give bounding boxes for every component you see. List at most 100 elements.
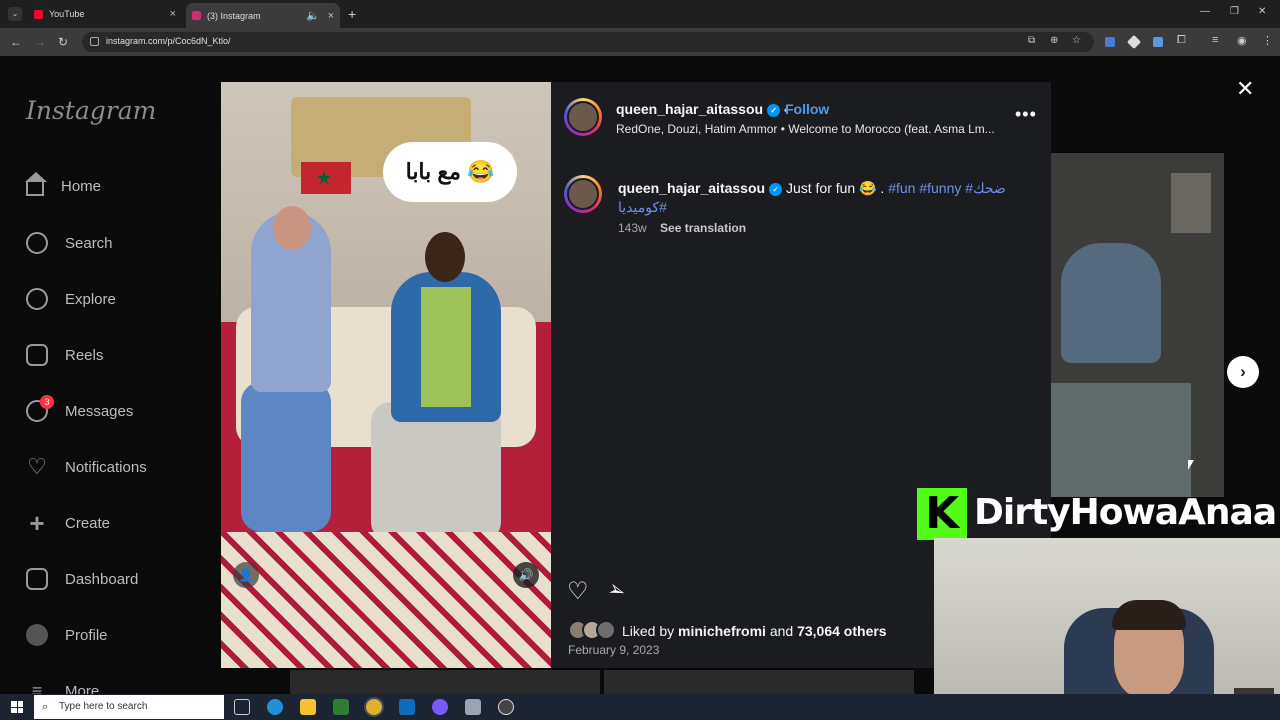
tab-instagram[interactable]: (3) Instagram 🔈 × [186,3,340,28]
audio-attribution[interactable]: RedOne, Douzi, Hatim Ammor • Welcome to … [616,122,996,136]
sidebar-item-label: Notifications [65,458,147,476]
tagged-users-icon[interactable]: 👤 [233,562,259,588]
sidebar-item-label: Dashboard [65,570,139,588]
sidebar-item-notifications[interactable]: ♡ Notifications [26,456,147,478]
video-sticker: مع بابا 😂 [383,142,517,202]
menu-icon: ≡ [31,681,43,694]
likes-count[interactable]: 73,064 others [797,623,887,639]
tab-youtube[interactable]: YouTube × [28,3,182,25]
sidebar-item-label: Messages [65,402,134,420]
search-icon [26,232,48,254]
sidebar-item-label: Search [65,234,113,252]
url-text: instagram.com/p/Coc6dN_Ktlo/ [106,36,231,46]
instagram-icon [192,11,201,20]
kick-logo: K [917,488,967,540]
extensions-puzzle-icon[interactable]: ⧠ [1177,34,1186,47]
taskbar-search-placeholder: Type here to search [59,701,148,712]
new-tab-button[interactable]: + [348,6,356,22]
bookmark-star-icon[interactable]: ☆ [1072,35,1081,46]
sidebar-item-reels[interactable]: Reels [26,344,103,366]
post-age: 143w [618,221,647,235]
caption-username[interactable]: queen_hajar_aitassou [618,180,765,196]
youtube-icon [34,9,43,19]
file-explorer-icon[interactable] [300,699,316,715]
omnibox[interactable]: instagram.com/p/Coc6dN_Ktlo/ ⧉ ⊕ ☆ [82,32,1094,52]
caption-meta: 143w See translation [618,221,746,235]
close-tab-icon[interactable]: × [328,10,334,22]
search-icon: ⌕ [42,701,49,713]
sidebar-item-label: More [65,682,100,695]
tab-search-button[interactable]: ⌄ [8,7,22,21]
sidebar-item-label: Reels [65,346,104,364]
post-modal: ★ مع بابا 😂 👤 🔊 queen_hajar_aitassou ✓ • … [221,82,1051,668]
forward-button[interactable]: → [34,35,46,49]
reading-list-icon[interactable]: ≡ [1212,34,1218,46]
morocco-flag: ★ [301,162,351,194]
volume-icon[interactable]: 🔊 [513,562,539,588]
sidebar-item-label: Create [65,514,111,532]
back-button[interactable]: ← [10,35,22,49]
mouse-cursor [1188,460,1194,470]
browser-menu-icon[interactable]: ⋮ [1262,34,1273,47]
outlook-icon[interactable] [399,699,415,715]
author-avatar[interactable] [564,98,602,136]
sidebar-item-search[interactable]: Search [26,232,113,254]
post-video[interactable]: ★ مع بابا 😂 👤 🔊 [221,82,551,668]
see-translation-link[interactable]: See translation [660,221,746,235]
follow-button[interactable]: Follow [785,101,829,117]
sidebar-item-label: Profile [65,626,108,644]
compass-icon [26,288,48,310]
caption-text: Just for fun 😂 . [785,180,885,196]
chrome-icon[interactable] [366,699,382,715]
author-username[interactable]: queen_hajar_aitassou [616,101,763,117]
background-post-preview [1051,153,1224,497]
post-caption: queen_hajar_aitassou ✓ Just for fun 😂 . #… [618,179,1008,217]
verified-icon: ✓ [769,182,783,196]
app-icon[interactable] [465,699,481,715]
sidebar-item-explore[interactable]: Explore [26,288,116,310]
sidebar-item-profile[interactable]: Profile [26,624,108,646]
messenger-app-icon[interactable] [432,699,448,715]
taskbar-search[interactable]: ⌕ Type here to search [34,695,224,719]
install-app-icon[interactable]: ⧉ [1028,35,1035,46]
restore-button[interactable]: ❐ [1230,6,1239,17]
close-window-button[interactable]: ✕ [1258,6,1266,17]
edge-icon[interactable] [267,699,283,715]
caption-avatar[interactable] [564,175,602,213]
windows-start-icon[interactable] [11,701,23,713]
extension-image-icon[interactable] [1153,37,1163,47]
instagram-logo[interactable]: Instagram [26,96,156,125]
sidebar-item-label: Explore [65,290,116,308]
speaker-icon[interactable]: 🔈 [306,9,320,22]
reload-button[interactable]: ↻ [58,35,68,49]
store-icon[interactable] [333,699,349,715]
sidebar-item-create[interactable]: + Create [26,510,111,536]
obs-icon[interactable] [498,699,514,715]
next-post-button[interactable]: › [1227,356,1259,388]
liker-avatars[interactable] [568,620,620,640]
browser-tab-strip: ⌄ YouTube × (3) Instagram 🔈 × + — ❐ ✕ [0,0,1280,28]
close-tab-icon[interactable]: × [170,8,176,20]
profile-icon[interactable]: ◉ [1237,34,1247,47]
like-button[interactable]: ♡ [567,577,589,606]
close-modal-icon[interactable]: ✕ [1236,76,1254,102]
heart-icon: ♡ [27,454,47,479]
messages-badge: 3 [40,395,54,409]
home-icon [25,172,47,196]
sidebar-item-more[interactable]: ≡ More [26,680,99,694]
extension-translate-icon[interactable] [1105,37,1115,47]
liker-username[interactable]: minichefromi [678,623,766,639]
verified-icon: ✓ [767,103,781,117]
sidebar-item-label: Home [61,177,102,195]
sidebar-item-home[interactable]: Home [25,172,102,196]
site-info-icon[interactable] [90,37,99,46]
share-icon[interactable]: ➢ [604,576,629,606]
more-options-icon[interactable]: ••• [1015,104,1037,125]
minimize-button[interactable]: — [1200,6,1210,17]
zoom-icon[interactable]: ⊕ [1050,35,1058,46]
author-header: queen_hajar_aitassou ✓ • [616,101,788,117]
sidebar-item-dashboard[interactable]: Dashboard [26,568,138,590]
task-view-icon[interactable] [234,699,250,715]
reels-icon [26,344,48,366]
extension-diamond-icon[interactable] [1126,34,1142,50]
